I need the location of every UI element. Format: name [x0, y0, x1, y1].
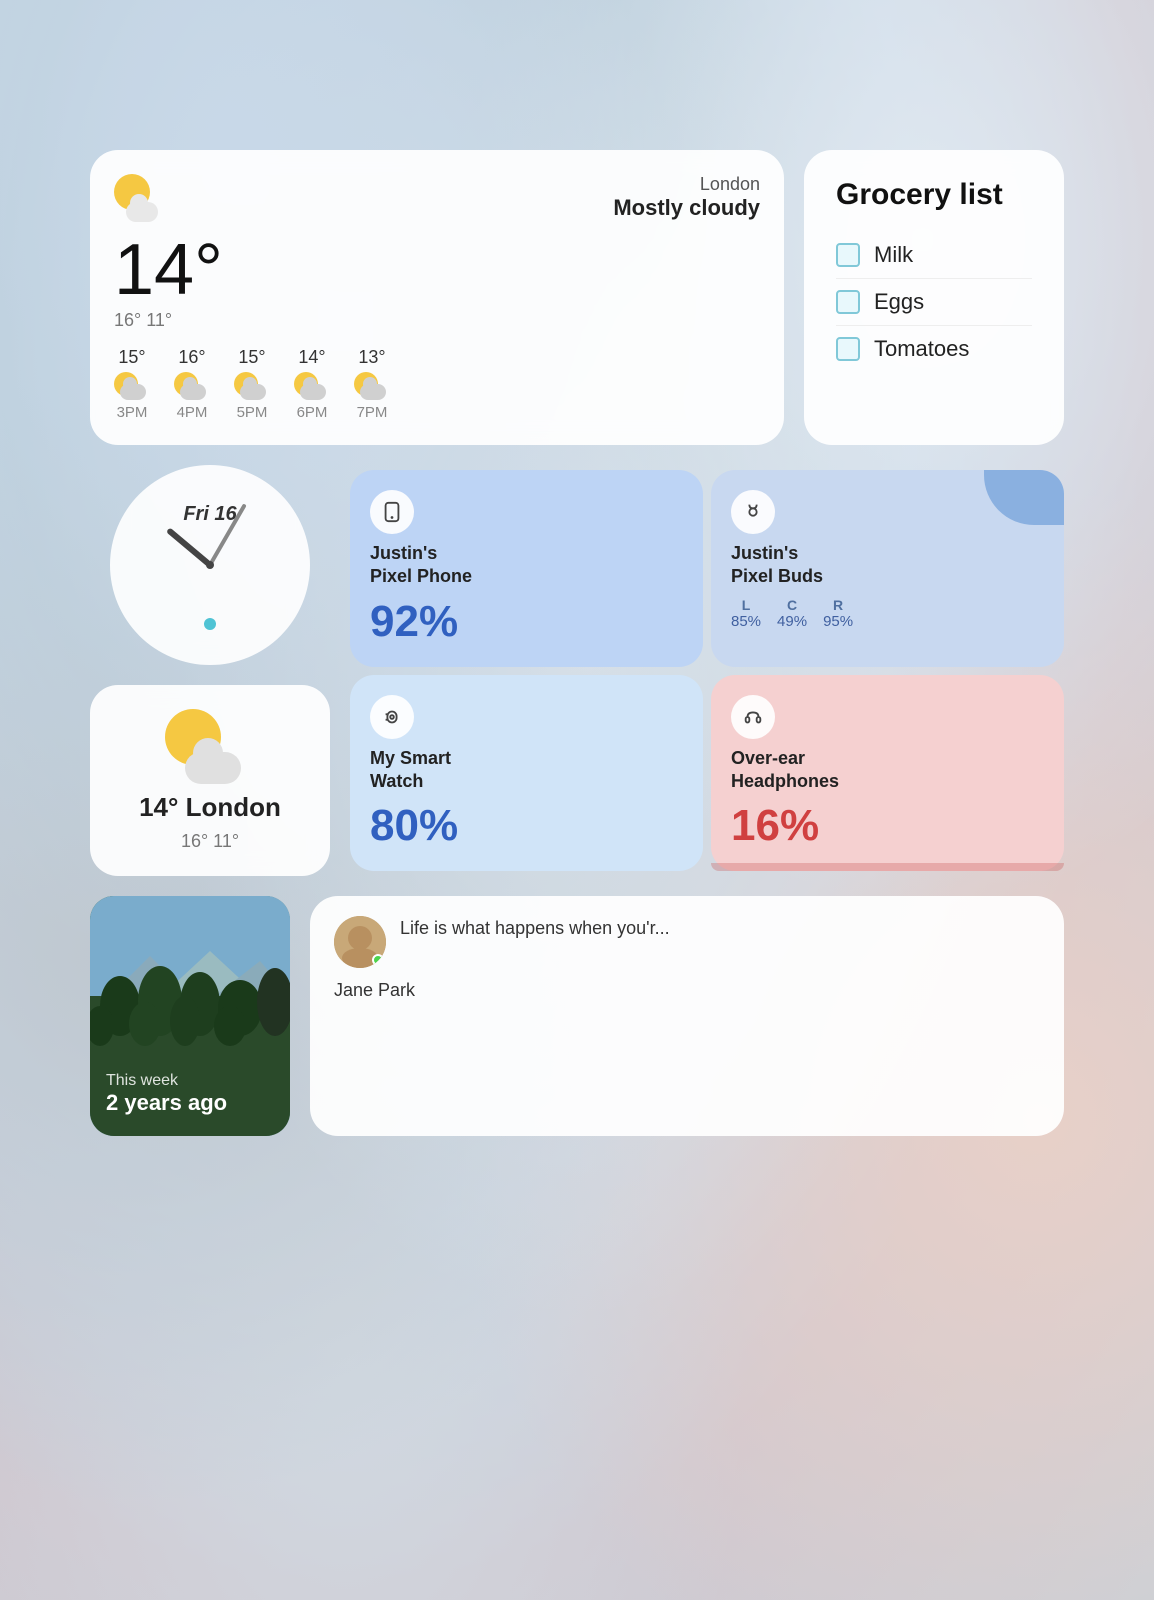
message-sender-name: Jane Park: [334, 980, 1040, 1001]
cloud-icon: [185, 752, 241, 784]
message-widget[interactable]: Life is what happens when you'r... Jane …: [310, 896, 1064, 1136]
smart-watch-battery: 80%: [370, 801, 683, 851]
forecast-item-3pm: 15° 3PM: [114, 347, 150, 421]
pixel-buds-name: Justin'sPixel Buds: [731, 542, 1044, 589]
forecast-time: 4PM: [177, 404, 208, 421]
battery-widget-headphones[interactable]: Over-earHeadphones 16%: [711, 675, 1064, 872]
online-indicator: [372, 954, 384, 966]
buds-right-channel: R 95%: [823, 597, 853, 630]
forecast-icon-sun-cloud: [354, 372, 390, 400]
memories-week-label: This week: [106, 1072, 227, 1090]
forecast-time: 3PM: [117, 404, 148, 421]
buds-left-channel: L 85%: [731, 597, 761, 630]
forecast-temp: 16°: [178, 347, 205, 368]
grocery-title: Grocery list: [836, 178, 1032, 212]
clock-widget[interactable]: Fri 16: [110, 465, 310, 665]
buds-channels: L 85% C 49% R 95%: [731, 597, 1044, 630]
memories-years-label: 2 years ago: [106, 1090, 227, 1116]
battery-widget-smart-watch[interactable]: My SmartWatch 80%: [350, 675, 703, 872]
grocery-item-milk[interactable]: Milk: [836, 232, 1032, 278]
clock-hour-hand: [166, 527, 212, 567]
phone-icon: [370, 490, 414, 534]
forecast-temp: 15°: [238, 347, 265, 368]
message-top: Life is what happens when you'r...: [334, 916, 1040, 968]
grocery-checkbox-eggs[interactable]: [836, 290, 860, 314]
buds-icon: [731, 490, 775, 534]
headphones-battery: 16%: [731, 801, 1044, 851]
battery-grid: Justin'sPixel Phone 92% Justin'sPixel Bu…: [350, 470, 1064, 872]
headphones-icon: [731, 695, 775, 739]
buds-corner-accent: [984, 470, 1064, 525]
grocery-checkbox-tomatoes[interactable]: [836, 337, 860, 361]
weather-small-temp: 14° London: [139, 792, 281, 823]
grocery-checkbox-milk[interactable]: [836, 243, 860, 267]
clock-date: Fri 16: [183, 503, 236, 526]
forecast-time: 7PM: [357, 404, 388, 421]
forecast-item-5pm: 15° 5PM: [234, 347, 270, 421]
battery-widget-pixel-buds[interactable]: Justin'sPixel Buds L 85% C 49% R 95%: [711, 470, 1064, 667]
grocery-label-tomatoes: Tomatoes: [874, 336, 969, 362]
smart-watch-name: My SmartWatch: [370, 747, 683, 794]
grocery-widget[interactable]: Grocery list Milk Eggs Tomatoes: [804, 150, 1064, 445]
weather-location: London Mostly cloudy: [613, 174, 760, 221]
forecast-temp: 13°: [358, 347, 385, 368]
forecast-time: 5PM: [237, 404, 268, 421]
battery-low-bar: [711, 863, 1064, 871]
sender-avatar: [334, 916, 386, 968]
forecast-icon-sun-cloud: [174, 372, 210, 400]
pixel-phone-name: Justin'sPixel Phone: [370, 542, 683, 589]
weather-small-widget[interactable]: 14° London 16° 11°: [90, 685, 330, 876]
pixel-phone-battery: 92%: [370, 597, 683, 647]
forecast-icon-sun-cloud: [114, 372, 150, 400]
weather-icon: [114, 174, 166, 226]
watch-icon: [370, 695, 414, 739]
forecast-temp: 14°: [298, 347, 325, 368]
weather-small-hilo: 16° 11°: [181, 831, 239, 852]
forecast-icon-sun-cloud: [234, 372, 270, 400]
weather-small-icon: [165, 709, 255, 784]
grocery-item-eggs[interactable]: Eggs: [836, 278, 1032, 325]
grocery-item-tomatoes[interactable]: Tomatoes: [836, 325, 1032, 372]
memories-widget[interactable]: This week 2 years ago: [90, 896, 290, 1136]
weather-forecast: 15° 3PM 16° 4PM 15°: [114, 347, 760, 421]
weather-city: London: [613, 174, 760, 195]
battery-widget-pixel-phone[interactable]: Justin'sPixel Phone 92%: [350, 470, 703, 667]
weather-current-temp: 14°: [114, 234, 760, 306]
clock-indicator-dot: [204, 618, 216, 630]
forecast-item-4pm: 16° 4PM: [174, 347, 210, 421]
weather-hi-lo: 16° 11°: [114, 310, 760, 331]
weather-condition: Mostly cloudy: [613, 195, 760, 220]
weather-widget[interactable]: London Mostly cloudy 14° 16° 11° 15° 3PM…: [90, 150, 784, 445]
grocery-label-milk: Milk: [874, 242, 913, 268]
buds-center-channel: C 49%: [777, 597, 807, 630]
clock-center-dot: [206, 561, 214, 569]
forecast-icon-sun-cloud: [294, 372, 330, 400]
memories-background: This week 2 years ago: [90, 896, 290, 1136]
forecast-item-6pm: 14° 6PM: [294, 347, 330, 421]
forecast-temp: 15°: [118, 347, 145, 368]
grocery-label-eggs: Eggs: [874, 289, 924, 315]
headphones-name: Over-earHeadphones: [731, 747, 1044, 794]
memories-text: This week 2 years ago: [106, 1072, 227, 1116]
forecast-time: 6PM: [297, 404, 328, 421]
message-preview-text: Life is what happens when you'r...: [400, 916, 670, 941]
forecast-item-7pm: 13° 7PM: [354, 347, 390, 421]
